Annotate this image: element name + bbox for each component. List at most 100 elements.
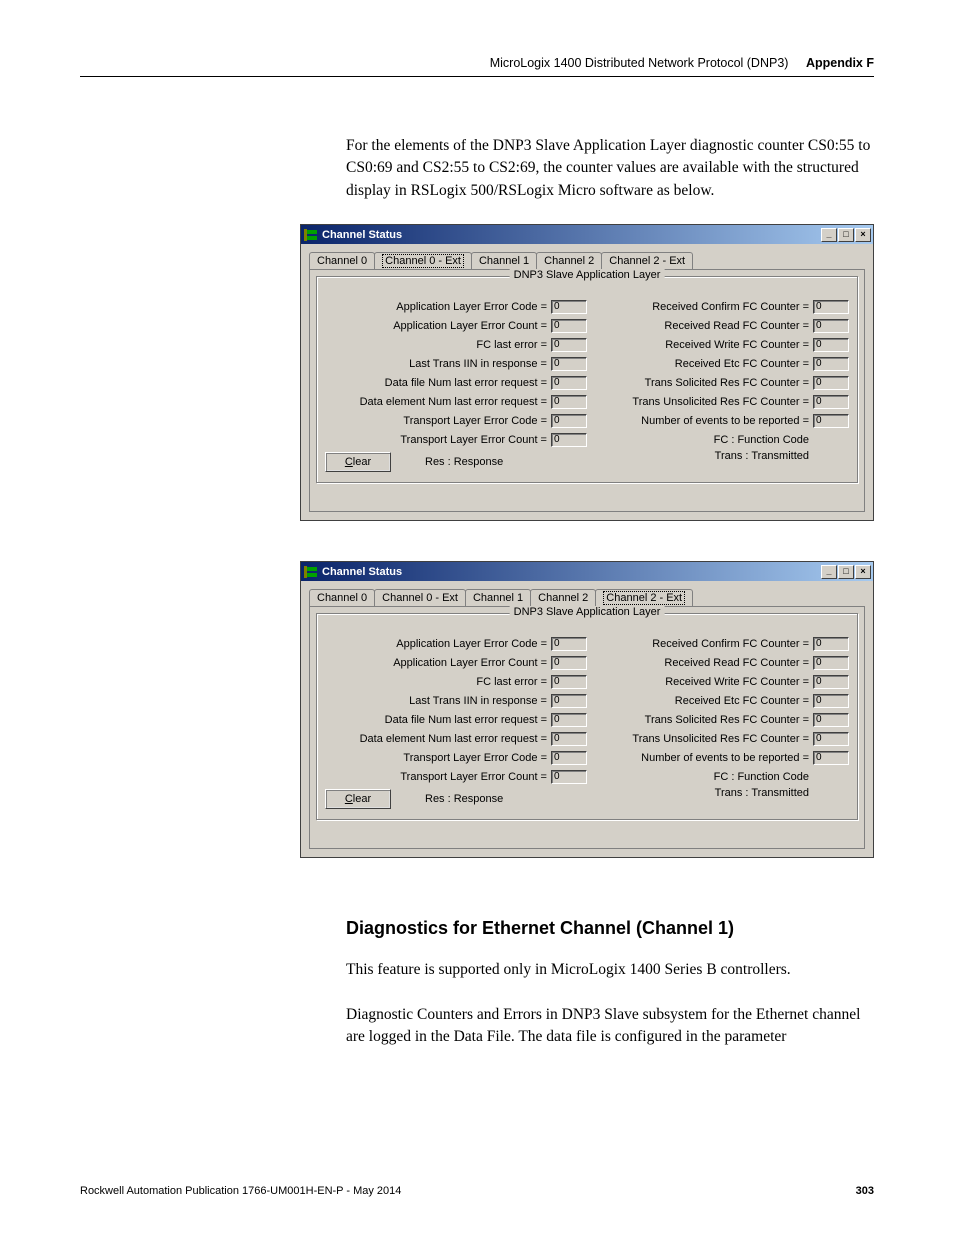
- field-label: Received Write FC Counter =: [665, 676, 809, 688]
- tab-channel-0-ext[interactable]: Channel 0 - Ext: [374, 252, 472, 269]
- field-value: 0: [551, 357, 587, 371]
- field-value: 0: [813, 376, 849, 390]
- legend-fc: FC : Function Code: [714, 434, 809, 446]
- tab-channel-2[interactable]: Channel 2: [530, 589, 596, 606]
- close-button[interactable]: ×: [855, 228, 871, 242]
- minimize-button[interactable]: _: [821, 228, 837, 242]
- legend-trans: Trans : Transmitted: [715, 787, 809, 799]
- field-label: Data element Num last error request =: [360, 396, 547, 408]
- field-value: 0: [813, 338, 849, 352]
- left-column: Application Layer Error Code =0Applicati…: [325, 636, 587, 809]
- page-footer: Rockwell Automation Publication 1766-UM0…: [80, 1185, 874, 1197]
- tab-channel-2[interactable]: Channel 2: [536, 252, 602, 269]
- field-label: Trans Unsolicited Res FC Counter =: [632, 733, 809, 745]
- field-value: 0: [813, 395, 849, 409]
- field-row: Data element Num last error request =0: [325, 731, 587, 747]
- tab-channel-0-ext[interactable]: Channel 0 - Ext: [374, 589, 466, 606]
- legend-res: Res : Response: [425, 456, 503, 468]
- field-row: Application Layer Error Count =0: [325, 318, 587, 334]
- maximize-button[interactable]: □: [838, 565, 854, 579]
- group-title: DNP3 Slave Application Layer: [510, 606, 665, 618]
- tab-channel-1[interactable]: Channel 1: [471, 252, 537, 269]
- group-dnp3-slave: DNP3 Slave Application Layer Application…: [316, 276, 858, 483]
- field-row: Received Write FC Counter = 0: [587, 674, 849, 690]
- field-label: Received Confirm FC Counter =: [652, 638, 809, 650]
- tab-channel-0[interactable]: Channel 0: [309, 252, 375, 269]
- legend-fc: FC : Function Code: [714, 771, 809, 783]
- tab-panel: DNP3 Slave Application Layer Application…: [309, 269, 865, 512]
- tabs-row: Channel 0 Channel 0 - Ext Channel 1 Chan…: [301, 244, 873, 269]
- field-value: 0: [551, 300, 587, 314]
- field-row: Last Trans IIN in response =0: [325, 356, 587, 372]
- doc-title: MicroLogix 1400 Distributed Network Prot…: [490, 56, 789, 70]
- field-row: Application Layer Error Code = 0: [325, 299, 587, 315]
- field-value: 0: [551, 637, 587, 651]
- tab-panel: DNP3 Slave Application Layer Application…: [309, 606, 865, 849]
- field-label: Received Read FC Counter =: [664, 657, 809, 669]
- tab-channel-2-ext[interactable]: Channel 2 - Ext: [601, 252, 693, 269]
- field-row: Data element Num last error request = 0: [325, 394, 587, 410]
- field-row: Received Confirm FC Counter =0: [587, 299, 849, 315]
- field-row: Transport Layer Error Count =0: [325, 769, 587, 785]
- field-value: 0: [551, 414, 587, 428]
- field-label: Trans Unsolicited Res FC Counter =: [632, 396, 809, 408]
- field-row: Last Trans IIN in response =0: [325, 693, 587, 709]
- right-column: Received Confirm FC Counter =0Received R…: [587, 636, 849, 809]
- field-label: Transport Layer Error Code =: [403, 415, 547, 427]
- minimize-button[interactable]: _: [821, 565, 837, 579]
- field-row: Application Layer Error Code = 0: [325, 636, 587, 652]
- group-title: DNP3 Slave Application Layer: [510, 269, 665, 281]
- close-button[interactable]: ×: [855, 565, 871, 579]
- field-row: Number of events to be reported =0: [587, 750, 849, 766]
- legend-res: Res : Response: [425, 793, 503, 805]
- field-label: Data file Num last error request =: [385, 714, 547, 726]
- intro-paragraph: For the elements of the DNP3 Slave Appli…: [346, 135, 874, 202]
- field-row: Received Confirm FC Counter =0: [587, 636, 849, 652]
- field-row: Received Etc FC Counter =0: [587, 356, 849, 372]
- field-value: 0: [813, 319, 849, 333]
- dialog-title: Channel Status: [322, 566, 821, 578]
- field-value: 0: [813, 656, 849, 670]
- field-label: Application Layer Error Code =: [396, 638, 547, 650]
- maximize-button[interactable]: □: [838, 228, 854, 242]
- field-row: Application Layer Error Count =0: [325, 655, 587, 671]
- field-row: Trans Solicited Res FC Counter =0: [587, 712, 849, 728]
- field-row: Received Etc FC Counter =0: [587, 693, 849, 709]
- para-2: This feature is supported only in MicroL…: [346, 959, 874, 981]
- appendix-label: Appendix F: [806, 56, 874, 70]
- field-value: 0: [551, 656, 587, 670]
- publication-info: Rockwell Automation Publication 1766-UM0…: [80, 1185, 401, 1197]
- clear-button[interactable]: Clear: [325, 789, 391, 809]
- section-heading: Diagnostics for Ethernet Channel (Channe…: [346, 918, 874, 939]
- field-row: Received Read FC Counter =0: [587, 318, 849, 334]
- right-column: Received Confirm FC Counter =0 Received R…: [587, 299, 849, 472]
- field-value: 0: [813, 675, 849, 689]
- left-column: Application Layer Error Code =0Applicati…: [325, 299, 587, 472]
- field-value: 0: [551, 751, 587, 765]
- field-row: Received Read FC Counter = 0: [587, 655, 849, 671]
- group-dnp3-slave: DNP3 Slave Application Layer Application…: [316, 613, 858, 820]
- field-label: Application Layer Error Code =: [396, 301, 547, 313]
- field-label: FC last error =: [476, 339, 547, 351]
- field-value: 0: [551, 713, 587, 727]
- titlebar[interactable]: Channel Status _ □ ×: [301, 562, 873, 581]
- titlebar[interactable]: Channel Status _ □ ×: [301, 225, 873, 244]
- field-label: Application Layer Error Count =: [393, 320, 547, 332]
- field-row: Trans Unsolicited Res FC Counter = 0: [587, 394, 849, 410]
- field-row: Transport Layer Error Code = 0: [325, 413, 587, 429]
- tab-channel-1[interactable]: Channel 1: [465, 589, 531, 606]
- app-icon: [304, 228, 318, 242]
- field-row: Trans Solicited Res FC Counter =0: [587, 375, 849, 391]
- dialog-title: Channel Status: [322, 229, 821, 241]
- tab-channel-2-ext[interactable]: Channel 2 - Ext: [595, 589, 693, 606]
- para-3: Diagnostic Counters and Errors in DNP3 S…: [346, 1004, 874, 1049]
- field-value: 0: [551, 395, 587, 409]
- field-label: Transport Layer Error Code =: [403, 752, 547, 764]
- field-value: 0: [551, 732, 587, 746]
- field-value: 0: [551, 376, 587, 390]
- field-row: Trans Unsolicited Res FC Counter =0: [587, 731, 849, 747]
- tab-channel-0[interactable]: Channel 0: [309, 589, 375, 606]
- page-header: MicroLogix 1400 Distributed Network Prot…: [80, 56, 874, 77]
- channel-status-dialog-1: Channel Status _ □ × Channel 0 Channel 0…: [300, 224, 874, 521]
- clear-button[interactable]: Clear: [325, 452, 391, 472]
